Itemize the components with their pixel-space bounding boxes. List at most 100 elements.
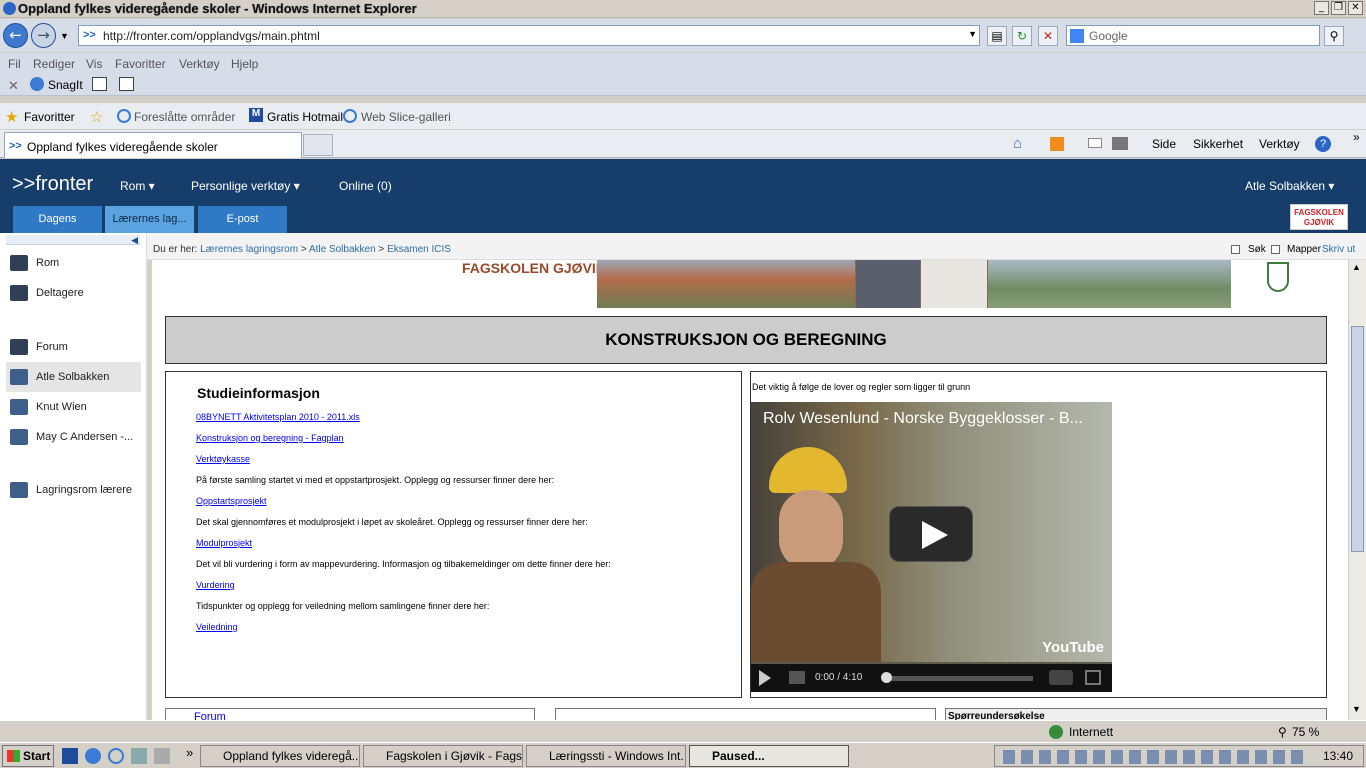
- link-aktivitetsplan[interactable]: 08BYNETT Aktivitetsplan 2010 - 2011.xls: [196, 412, 360, 422]
- link-veiledning[interactable]: Veiledning: [196, 622, 238, 632]
- collapse-arrow-icon[interactable]: ◀: [131, 235, 138, 246]
- task-laeringssti[interactable]: Læringssti - Windows Int...: [526, 745, 686, 767]
- forum-panel[interactable]: Forum: [165, 708, 535, 720]
- tab-active[interactable]: >> Oppland fylkes videregående skoler: [4, 132, 302, 158]
- tray-icons[interactable]: [1003, 750, 1303, 764]
- crumb-atle[interactable]: Atle Solbakken: [309, 244, 376, 255]
- search-checkbox[interactable]: [1231, 245, 1240, 254]
- link-verktoykasse[interactable]: Verktøykasse: [196, 454, 250, 464]
- tab-dagens[interactable]: Dagens: [13, 206, 103, 233]
- sidebar-item-knut-wien[interactable]: Knut Wien: [6, 392, 141, 422]
- video-title[interactable]: Rolv Wesenlund - Norske Byggeklosser - B…: [763, 410, 1083, 428]
- youtube-player[interactable]: Rolv Wesenlund - Norske Byggeklosser - B…: [751, 402, 1112, 692]
- quality-icon[interactable]: [1049, 670, 1073, 685]
- address-dropdown-icon[interactable]: ▼: [968, 29, 977, 39]
- scroll-thumb[interactable]: [1351, 326, 1364, 552]
- fronter-logo[interactable]: >>fronter: [12, 173, 93, 196]
- folders-checkbox[interactable]: [1271, 245, 1280, 254]
- home-icon[interactable]: ⌂: [1013, 135, 1022, 152]
- forward-button[interactable]: →: [31, 23, 56, 48]
- capture-icon[interactable]: [92, 77, 107, 91]
- capture-settings-icon[interactable]: [119, 77, 134, 91]
- minimize-button[interactable]: _: [1314, 1, 1329, 15]
- crest-icon: [1267, 262, 1289, 292]
- favorites-button[interactable]: Favoritter: [24, 110, 75, 124]
- snagit-button[interactable]: SnagIt: [48, 78, 83, 92]
- help-icon[interactable]: ?: [1315, 136, 1331, 152]
- scroll-down-icon[interactable]: ▼: [1352, 704, 1361, 714]
- seek-knob[interactable]: [881, 672, 892, 683]
- sidebar-collapse-bar[interactable]: ◀: [6, 235, 140, 245]
- print-icon[interactable]: [1112, 137, 1128, 150]
- play-icon[interactable]: [759, 670, 771, 686]
- page-menu[interactable]: Side: [1152, 137, 1176, 151]
- sidebar-item-deltagere[interactable]: Deltagere: [6, 278, 141, 308]
- menu-tools[interactable]: Verktøy: [179, 57, 220, 71]
- user-menu[interactable]: Atle Solbakken ▾: [1245, 179, 1334, 193]
- play-button[interactable]: [889, 506, 973, 562]
- compatibility-icon[interactable]: ▤: [987, 26, 1007, 46]
- menu-file[interactable]: Fil: [8, 57, 21, 71]
- link-fagplan[interactable]: Konstruksjon og beregning - Fagplan: [196, 433, 344, 443]
- quicklaunch-icon[interactable]: [131, 748, 147, 764]
- sidebar-item-lagringsrom-laerere[interactable]: Lagringsrom lærere: [6, 475, 141, 505]
- crumb-eksamen[interactable]: Eksamen ICIS: [387, 244, 451, 255]
- history-dropdown-icon[interactable]: ▼: [60, 31, 69, 41]
- safety-menu[interactable]: Sikkerhet: [1193, 137, 1243, 151]
- sidebar-item-may-andersen[interactable]: May C Andersen -...: [6, 422, 141, 452]
- menu-help[interactable]: Hjelp: [231, 57, 258, 71]
- add-favorite-icon[interactable]: ☆: [90, 108, 103, 126]
- sidebar-item-forum[interactable]: Forum: [6, 332, 141, 362]
- task-paused[interactable]: Paused...: [689, 745, 849, 767]
- close-toolbar-icon[interactable]: ✕: [8, 78, 19, 94]
- sidebar-item-atle-solbakken[interactable]: Atle Solbakken: [6, 362, 141, 392]
- rss-icon[interactable]: [1050, 137, 1064, 151]
- suggested-sites-link[interactable]: Foreslåtte områder: [134, 110, 235, 124]
- tab-epost[interactable]: E-post: [198, 206, 288, 233]
- forum-link[interactable]: Forum: [194, 711, 226, 720]
- crumb-laerernes[interactable]: Lærernes lagringsrom: [200, 244, 298, 255]
- task-fagskolen[interactable]: Fagskolen i Gjøvik - Fags...: [363, 745, 523, 767]
- chevron-more-icon[interactable]: »: [1353, 130, 1360, 144]
- link-vurdering[interactable]: Vurdering: [196, 580, 235, 590]
- quicklaunch-icon[interactable]: [62, 748, 78, 764]
- refresh-icon[interactable]: ↻: [1012, 26, 1032, 46]
- link-oppstartsprosjekt[interactable]: Oppstartsprosjekt: [196, 496, 267, 506]
- address-bar[interactable]: >> http://fronter.com/opplandvgs/main.ph…: [78, 25, 980, 46]
- new-tab-button[interactable]: [303, 134, 333, 156]
- menu-view[interactable]: Vis: [86, 57, 102, 71]
- nav-online[interactable]: Online (0): [339, 179, 392, 193]
- volume-icon[interactable]: [789, 671, 805, 684]
- sidebar-item-rom[interactable]: Rom: [6, 248, 141, 278]
- print-link[interactable]: Skriv ut: [1322, 244, 1355, 255]
- scroll-up-icon[interactable]: ▲: [1352, 262, 1361, 272]
- quicklaunch-icon[interactable]: [85, 748, 101, 764]
- page-scrollbar[interactable]: ▲ ▼: [1348, 260, 1366, 720]
- start-button[interactable]: Start: [2, 745, 54, 767]
- menu-edit[interactable]: Rediger: [33, 57, 75, 71]
- banner-logo: FAGSKOLEN GJØVIK: [462, 260, 606, 276]
- search-icon[interactable]: ⚲: [1324, 26, 1344, 46]
- tab-laerernes-lagringsrom[interactable]: Lærernes lag...: [105, 206, 195, 233]
- search-input[interactable]: Google: [1066, 25, 1320, 46]
- quicklaunch-more-icon[interactable]: »: [186, 745, 193, 760]
- youtube-logo[interactable]: YouTube: [1042, 639, 1104, 656]
- link-modulprosjekt[interactable]: Modulprosjekt: [196, 538, 252, 548]
- close-button[interactable]: ✕: [1348, 1, 1363, 15]
- fullscreen-icon[interactable]: [1085, 670, 1101, 685]
- quicklaunch-icon[interactable]: [154, 748, 170, 764]
- task-oppland[interactable]: Oppland fylkes videregå...: [200, 745, 360, 767]
- nav-personal-tools[interactable]: Personlige verktøy ▾: [191, 179, 300, 193]
- ie-quicklaunch-icon[interactable]: [108, 748, 124, 764]
- seek-bar[interactable]: [885, 676, 1033, 681]
- tools-menu[interactable]: Verktøy: [1259, 137, 1300, 151]
- stop-icon[interactable]: ✕: [1038, 26, 1058, 46]
- menu-favorites[interactable]: Favoritter: [115, 57, 166, 71]
- hotmail-link[interactable]: Gratis Hotmail: [267, 110, 343, 124]
- webslice-link[interactable]: Web Slice-galleri: [361, 110, 451, 124]
- zoom-level[interactable]: 75 %: [1292, 725, 1319, 739]
- back-button[interactable]: ←: [3, 23, 28, 48]
- maximize-button[interactable]: ❐: [1331, 1, 1346, 15]
- nav-rooms[interactable]: Rom ▾: [120, 179, 155, 193]
- mail-icon[interactable]: [1088, 138, 1102, 148]
